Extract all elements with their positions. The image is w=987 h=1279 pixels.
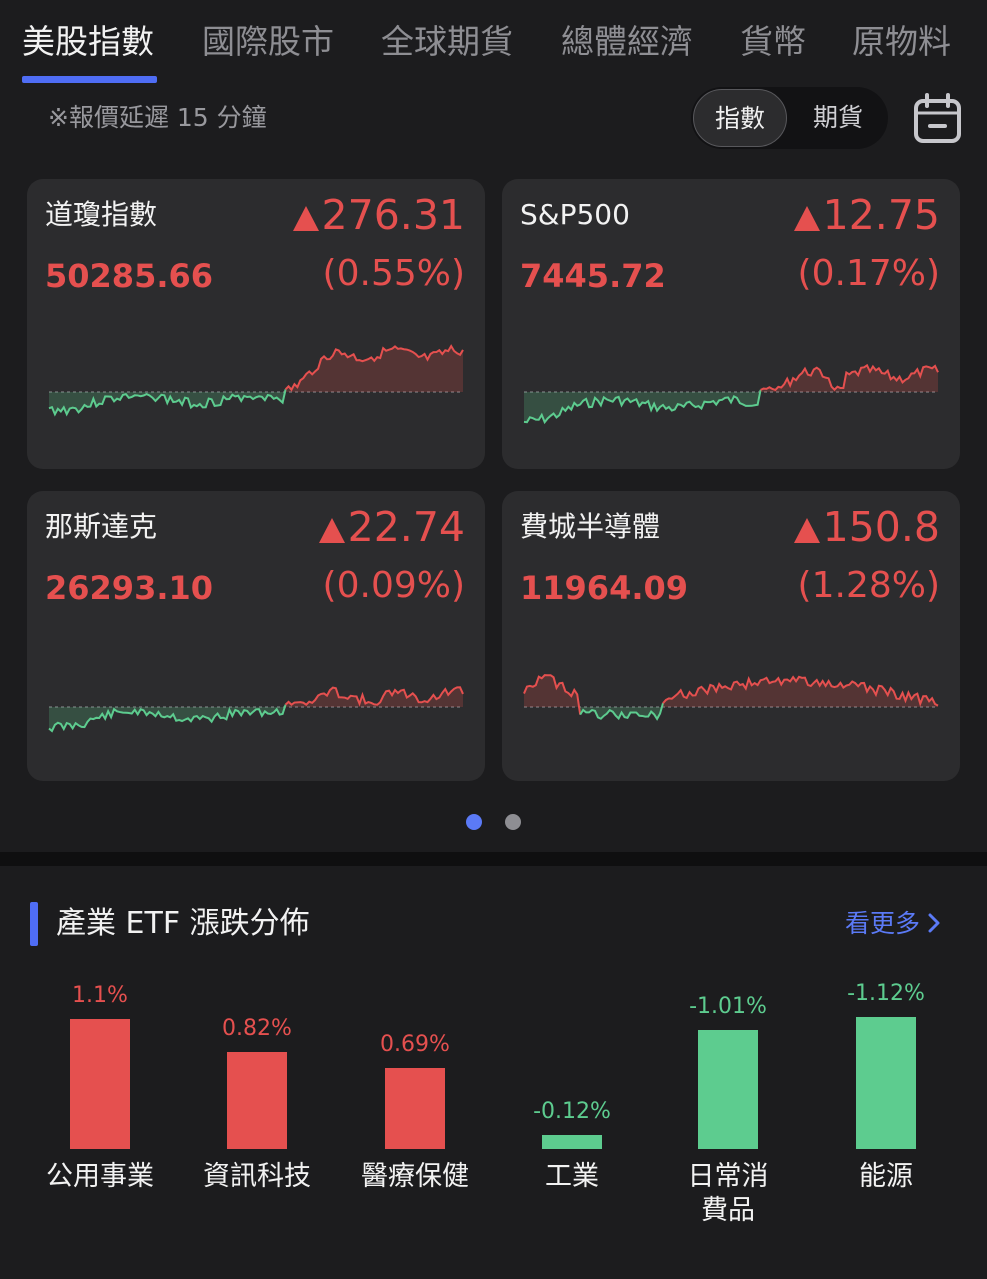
etf-bar[interactable] [856,1017,916,1149]
active-tab-indicator [22,76,157,83]
etf-bar-label: 資訊科技 [203,1161,311,1192]
index-price: 11964.09 [520,569,689,607]
etf-bar-label: 公用事業 [46,1161,154,1192]
index-card-dow-jones[interactable]: 道瓊指數 276.31 50285.66 (0.55%) [27,179,485,469]
etf-bar-label: 日常消 費品 [687,1161,769,1226]
pager-dot-2[interactable] [505,814,521,830]
calendar-icon[interactable] [912,92,964,146]
tab-global-futures[interactable]: 全球期貨 [381,20,513,64]
etf-bar-value: -0.12% [533,1098,611,1124]
section-divider [0,852,987,866]
etf-bar[interactable] [70,1019,130,1149]
market-tabs: 美股指數 國際股市 全球期貨 總體經濟 貨幣 原物料 [0,0,987,86]
index-name: 那斯達克 [45,510,158,543]
sparkline-area-up [662,676,938,707]
index-price: 26293.10 [45,569,214,607]
index-price: 50285.66 [45,257,214,295]
index-card-sox[interactable]: 費城半導體 150.8 11964.09 (1.28%) [502,491,960,781]
etf-bar-value: 0.69% [380,1031,450,1057]
index-price: 7445.72 [520,257,666,295]
index-percent: (0.17%) [797,253,940,294]
etf-bar[interactable] [542,1134,602,1149]
tab-currency[interactable]: 貨幣 [740,20,806,64]
index-percent: (0.55%) [322,253,465,294]
etf-bar-value: 0.82% [222,1016,292,1042]
etf-bar[interactable] [385,1067,445,1149]
etf-bar[interactable] [698,1029,758,1149]
etf-bar-label: 能源 [859,1161,913,1192]
index-name: S&P500 [520,198,630,231]
etf-bar-label: 工業 [545,1161,599,1192]
up-triangle-icon [793,506,821,554]
sparkline-area-down [524,389,761,423]
tab-macroeconomics[interactable]: 總體經濟 [561,20,693,64]
index-toggle-button[interactable]: 指數 [693,89,787,147]
tab-us-indices[interactable]: 美股指數 [22,20,154,64]
index-change: 22.74 [318,503,465,554]
index-percent: (1.28%) [797,565,940,606]
index-name: 道瓊指數 [45,198,158,231]
tab-international-markets[interactable]: 國際股市 [202,20,334,64]
futures-toggle-button[interactable]: 期貨 [791,89,885,147]
etf-section-title: 產業 ETF 漲跌分佈 [56,906,310,941]
up-triangle-icon [292,194,320,242]
tab-commodities[interactable]: 原物料 [852,20,951,64]
index-change: 276.31 [292,191,465,242]
pager-dot-1[interactable] [466,814,482,830]
etf-bar-value: -1.01% [689,993,767,1019]
quote-delay-note: ※報價延遲 15 分鐘 [48,103,267,132]
index-change: 150.8 [793,503,940,554]
index-card-sp500[interactable]: S&P500 12.75 7445.72 (0.17%) [502,179,960,469]
index-card-nasdaq[interactable]: 那斯達克 22.74 26293.10 (0.09%) [27,491,485,781]
etf-bar-label: 醫療保健 [361,1161,469,1192]
index-change: 12.75 [793,191,940,242]
index-futures-toggle: 指數 期貨 [691,87,888,149]
index-percent: (0.09%) [322,565,465,606]
up-triangle-icon [318,506,346,554]
chevron-right-icon [928,907,940,943]
see-more-link[interactable]: 看更多 [845,906,940,943]
up-triangle-icon [793,194,821,242]
section-accent-bar [30,902,38,946]
etf-bar[interactable] [227,1052,287,1149]
index-name: 費城半導體 [520,510,661,543]
etf-bar-value: 1.1% [72,983,128,1009]
etf-bar-value: -1.12% [847,981,925,1006]
sparkline-down [579,702,664,721]
